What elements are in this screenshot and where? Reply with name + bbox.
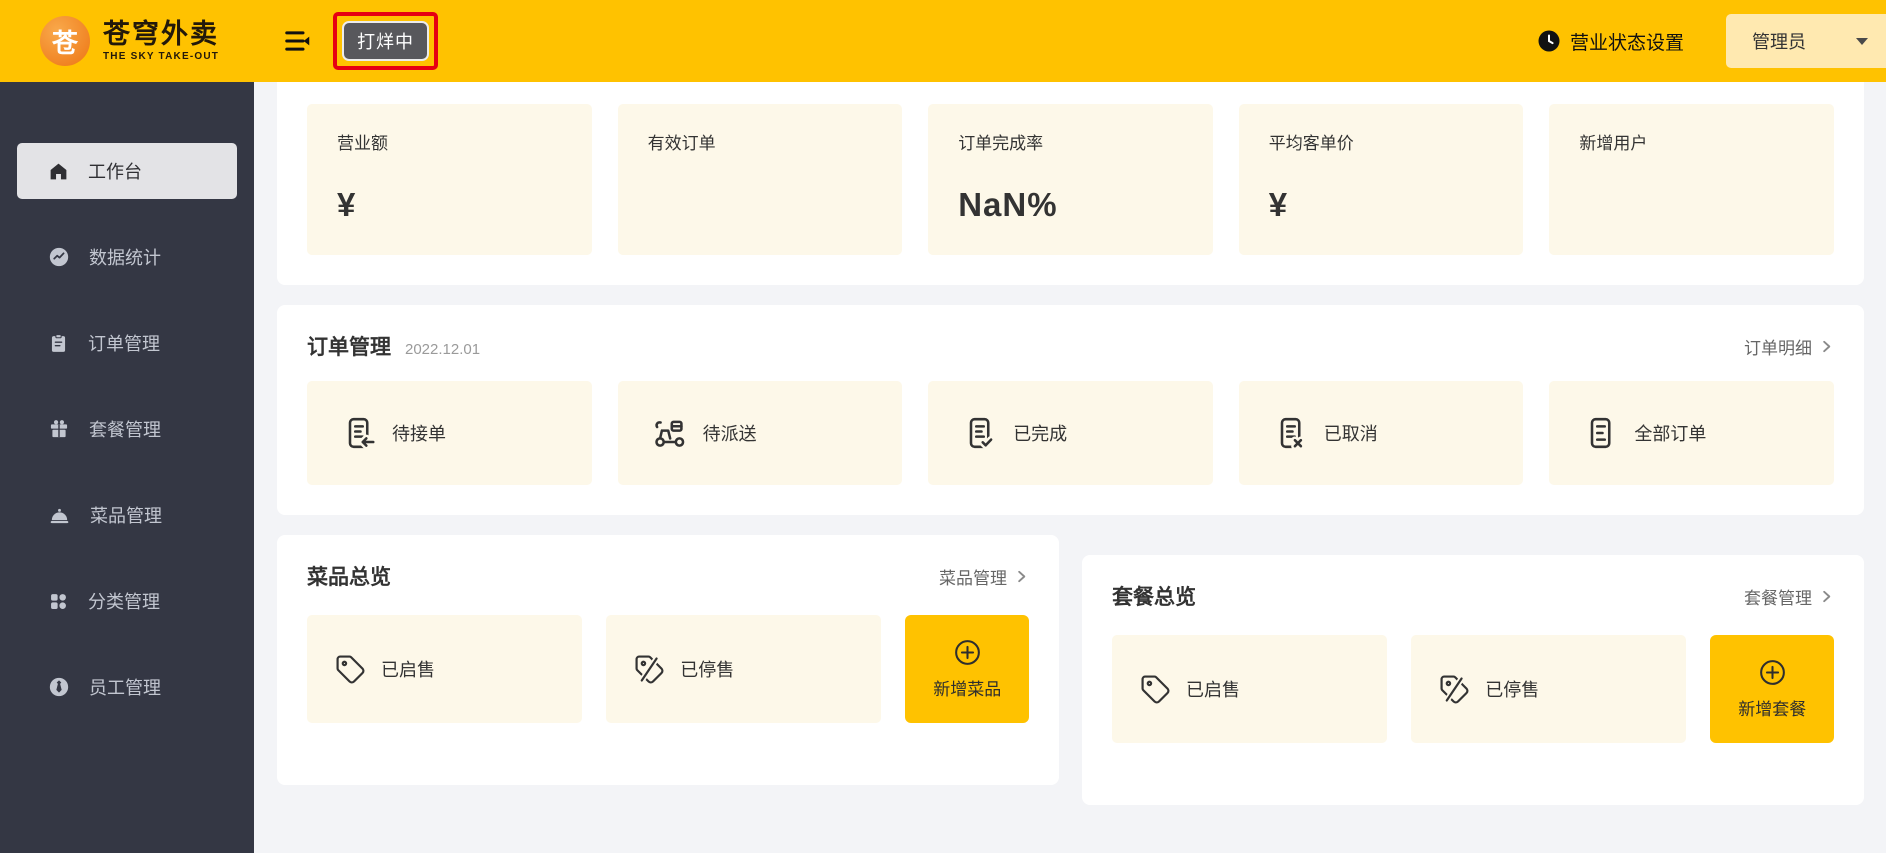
clock-icon — [1537, 29, 1561, 53]
top-bar: 苍 苍穹外卖 THE SKY TAKE-OUT 打烊中 营业状态设置 管理员 — [0, 0, 1886, 82]
dish-card-title: 菜品总览 — [307, 561, 391, 591]
caret-down-icon — [1856, 38, 1868, 45]
plus-circle-icon — [1758, 658, 1787, 687]
logo-icon: 苍 — [40, 16, 90, 66]
grid-icon — [48, 591, 69, 612]
tile-pending-orders[interactable]: 待接单 — [307, 381, 592, 485]
combo-overview-card: 套餐总览 套餐管理 已启售 已停售 新增套餐 — [1082, 555, 1864, 805]
tile-cancelled-orders[interactable]: 已取消 — [1239, 381, 1524, 485]
plus-circle-icon — [953, 638, 982, 667]
tile-all-orders[interactable]: 全部订单 — [1549, 381, 1834, 485]
doc-check-icon — [962, 415, 998, 451]
app-logo: 苍 苍穹外卖 THE SKY TAKE-OUT — [40, 16, 219, 66]
stat-tile-new-users: 新增用户 — [1549, 104, 1834, 255]
tile-completed-orders[interactable]: 已完成 — [928, 381, 1213, 485]
tile-combo-on-sale[interactable]: 已启售 — [1112, 635, 1387, 743]
add-dish-button[interactable]: 新增菜品 — [905, 615, 1029, 723]
tag-off-icon — [1439, 674, 1470, 705]
scooter-icon — [652, 415, 688, 451]
tile-dish-off-sale[interactable]: 已停售 — [606, 615, 881, 723]
sidebar-item-combos[interactable]: 套餐管理 — [17, 401, 237, 457]
order-card-date: 2022.12.01 — [405, 341, 480, 358]
chevron-right-icon — [1819, 589, 1834, 604]
tile-awaiting-delivery[interactable]: 待派送 — [618, 381, 903, 485]
tile-dish-on-sale[interactable]: 已启售 — [307, 615, 582, 723]
tag-icon — [1140, 674, 1171, 705]
sidebar-item-workbench[interactable]: 工作台 — [17, 143, 237, 199]
chart-icon — [48, 246, 70, 268]
sidebar-item-dishes[interactable]: 菜品管理 — [17, 487, 237, 543]
stat-tile-revenue: 营业额 ¥ — [307, 104, 592, 255]
tile-combo-off-sale[interactable]: 已停售 — [1411, 635, 1686, 743]
business-status-button[interactable]: 营业状态设置 — [1537, 28, 1684, 55]
main-content: 今日数据 2022.12.01 详细数据 营业额 ¥ 有效订单 订单完成率 Na… — [254, 0, 1886, 805]
stat-tile-completion-rate: 订单完成率 NaN% — [928, 104, 1213, 255]
chevron-right-icon — [1014, 569, 1029, 584]
doc-x-icon — [1273, 415, 1309, 451]
sidebar-item-orders[interactable]: 订单管理 — [17, 315, 237, 371]
home-icon — [48, 161, 69, 182]
stat-value: ¥ — [1269, 186, 1494, 224]
combo-card-title: 套餐总览 — [1112, 581, 1196, 611]
add-combo-button[interactable]: 新增套餐 — [1710, 635, 1834, 743]
tag-icon — [335, 654, 366, 685]
app-title: 苍穹外卖 — [103, 20, 219, 50]
app-subtitle: THE SKY TAKE-OUT — [103, 51, 219, 62]
sidebar-item-staff[interactable]: 员工管理 — [17, 659, 237, 715]
user-menu-dropdown[interactable]: 管理员 — [1726, 14, 1886, 68]
combo-management-link[interactable]: 套餐管理 — [1744, 584, 1834, 609]
stat-tile-valid-orders: 有效订单 — [618, 104, 903, 255]
doc-arrow-icon — [341, 415, 377, 451]
tag-off-icon — [634, 654, 665, 685]
sidebar: 工作台 数据统计 订单管理 套餐管理 菜品管理 分类管理 员工管理 — [0, 82, 254, 853]
stat-value: NaN% — [958, 186, 1183, 224]
gift-icon — [48, 418, 70, 440]
clipboard-icon — [48, 333, 69, 354]
annotation-highlight-box: 打烊中 — [333, 12, 438, 70]
business-status-label: 营业状态设置 — [1570, 28, 1684, 55]
order-detail-link[interactable]: 订单明细 — [1744, 334, 1834, 359]
menu-fold-icon[interactable] — [283, 26, 313, 56]
sidebar-item-categories[interactable]: 分类管理 — [17, 573, 237, 629]
stat-tile-avg-price: 平均客单价 ¥ — [1239, 104, 1524, 255]
doc-lines-icon — [1583, 415, 1619, 451]
order-management-card: 订单管理 2022.12.01 订单明细 待接单 待派送 已完成 已取消 — [277, 305, 1864, 515]
dish-management-link[interactable]: 菜品管理 — [939, 564, 1029, 589]
status-badge: 打烊中 — [342, 21, 429, 61]
user-menu-label: 管理员 — [1752, 28, 1806, 54]
stat-value: ¥ — [337, 186, 562, 224]
chevron-right-icon — [1819, 339, 1834, 354]
dish-overview-card: 菜品总览 菜品管理 已启售 已停售 新增菜品 — [277, 535, 1059, 785]
order-card-title: 订单管理 — [307, 331, 391, 361]
sidebar-item-statistics[interactable]: 数据统计 — [17, 229, 237, 285]
staff-tie-icon — [48, 676, 70, 698]
cloche-icon — [48, 504, 71, 527]
